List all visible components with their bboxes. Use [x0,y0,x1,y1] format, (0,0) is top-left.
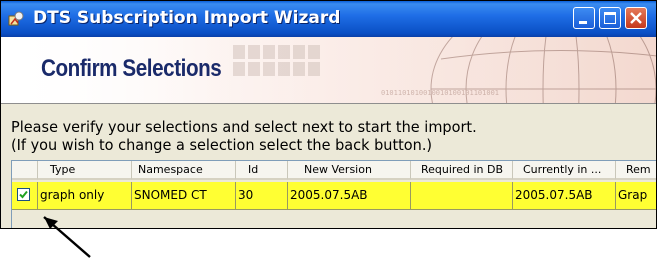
header-rem[interactable]: Rem [616,161,656,180]
wizard-window: DTS Subscription Import Wizard Confirm S… [0,0,657,229]
cell-type[interactable]: graph only [38,182,132,210]
page-title: Confirm Selections [41,55,222,82]
minimize-button[interactable] [573,7,595,29]
window-title: DTS Subscription Import Wizard [33,8,341,28]
header-id[interactable]: Id [236,161,288,180]
table-row[interactable]: graph only SNOMED CT 30 2005.07.5AB 2005… [12,182,656,210]
pointer-arrow-annotation [43,216,91,258]
instructions-line-1: Please verify your selections and select… [11,118,477,136]
wizard-banner: 0101101010010010100101101001 Confirm Sel… [1,37,656,104]
cell-rem[interactable]: Grap [616,182,656,210]
header-required-in-db[interactable]: Required in DB [411,161,513,180]
header-checkbox-column[interactable] [12,161,38,180]
maximize-icon [604,12,616,24]
cell-required-in-db[interactable] [411,182,513,210]
instructions-line-2: (If you wish to change a selection selec… [11,136,433,154]
header-currently-in[interactable]: Currently in ... [513,161,616,180]
close-icon [630,12,642,24]
header-new-version[interactable]: New Version [288,161,411,180]
row-checkbox[interactable] [17,188,30,201]
row-checkbox-cell [12,182,38,210]
header-type[interactable]: Type [38,161,132,180]
title-bar[interactable]: DTS Subscription Import Wizard [1,1,656,37]
header-namespace[interactable]: Namespace [132,161,236,180]
instructions-text: Please verify your selections and select… [11,118,629,154]
maximize-button[interactable] [599,7,621,29]
cell-namespace[interactable]: SNOMED CT [132,182,236,210]
checkmark-icon [19,190,28,199]
close-button[interactable] [625,7,647,29]
table-header: Type Namespace Id New Version Required i… [12,161,656,181]
app-icon [8,11,24,26]
cell-currently-in[interactable]: 2005.07.5AB [513,182,616,210]
minimize-icon [579,21,587,24]
cell-id[interactable]: 30 [236,182,288,210]
cell-new-version[interactable]: 2005.07.5AB [288,182,411,210]
